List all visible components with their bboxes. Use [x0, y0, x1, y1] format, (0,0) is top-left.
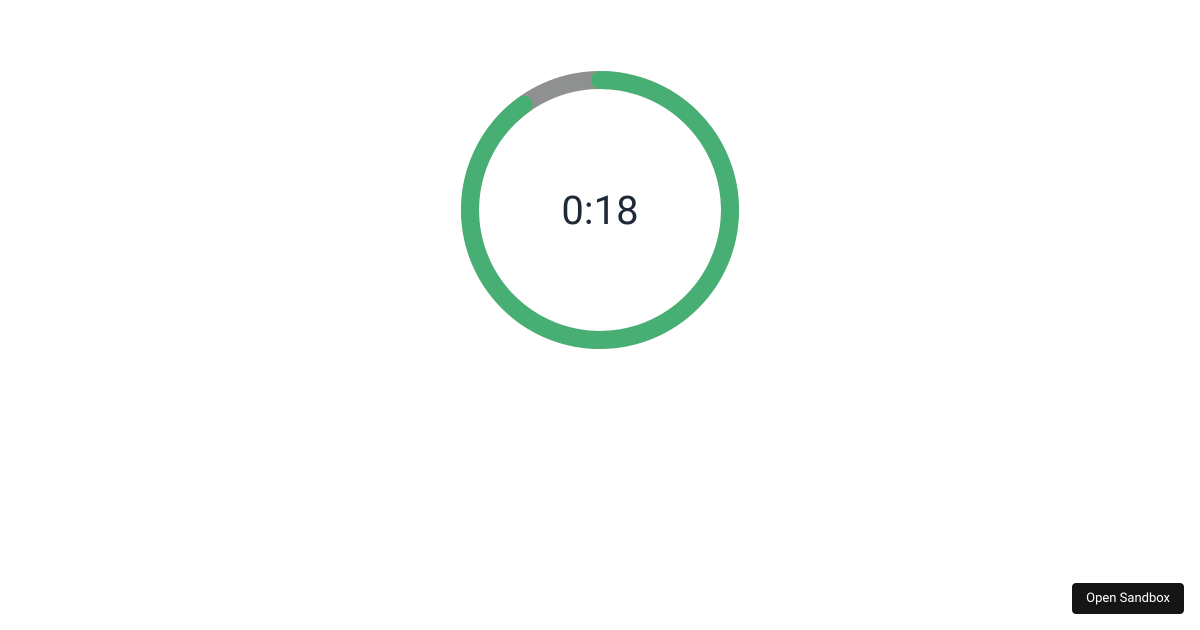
- timer-time-label: 0:18: [460, 70, 740, 350]
- countdown-timer: 0:18: [460, 70, 740, 350]
- open-sandbox-button[interactable]: Open Sandbox: [1072, 583, 1184, 614]
